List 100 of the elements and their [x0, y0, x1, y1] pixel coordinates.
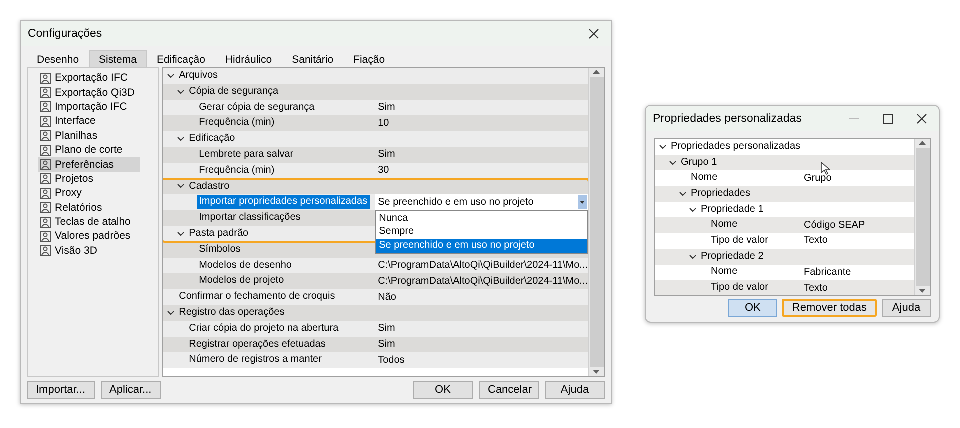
- sidebar-item[interactable]: Importação IFC: [38, 100, 140, 114]
- portrait-icon: [40, 216, 51, 228]
- property-name[interactable]: Confirmar o fechamento de croquis: [177, 290, 338, 304]
- portrait-icon: [40, 202, 51, 214]
- property-value: 30: [378, 165, 390, 176]
- property-name: Propriedade 2: [700, 250, 765, 264]
- portrait-icon: [40, 245, 51, 256]
- property-value: Fabricante: [804, 266, 852, 278]
- property-name[interactable]: Número de registros a manter: [187, 353, 324, 368]
- property-name: Propriedade 1: [700, 202, 765, 216]
- tab[interactable]: Desenho: [27, 51, 90, 68]
- sidebar-item[interactable]: Exportação Qi3D: [38, 85, 140, 100]
- property-name: Grupo 1: [680, 156, 718, 170]
- property-value: Sim: [378, 102, 396, 113]
- dropdown-option[interactable]: Se preenchido e em uso no projeto: [376, 238, 587, 253]
- property-name[interactable]: Arquivos: [177, 69, 220, 83]
- scroll-down-icon: [592, 369, 601, 375]
- property-value: Todos: [378, 354, 405, 366]
- sidebar-item[interactable]: Proxy: [38, 186, 140, 201]
- property-value: Sim: [378, 323, 396, 334]
- property-name: Propriedades: [690, 187, 752, 201]
- property-name[interactable]: Pasta padrão: [187, 226, 251, 241]
- property-value: 10: [378, 118, 390, 129]
- tab[interactable]: Fiação: [344, 51, 396, 68]
- dialog-button[interactable]: OK: [728, 299, 778, 317]
- dialog-button[interactable]: Ajuda: [545, 381, 605, 399]
- portrait-icon: [40, 116, 51, 127]
- tab[interactable]: Edificação: [146, 51, 216, 68]
- tab[interactable]: Sanitário: [282, 51, 344, 68]
- sidebar-item[interactable]: Teclas de atalho: [38, 214, 140, 230]
- property-name[interactable]: Registrar operações efetuadas: [187, 338, 328, 352]
- portrait-icon: [40, 87, 51, 98]
- sidebar-item[interactable]: Projetos: [38, 172, 140, 186]
- property-name: Nome: [710, 265, 739, 280]
- collapse-chevron-icon[interactable]: [167, 72, 176, 80]
- property-name: Tipo de valor: [710, 234, 770, 248]
- portrait-icon: [40, 159, 51, 170]
- dialog-button[interactable]: Importar...: [27, 381, 95, 399]
- property-value: C:\ProgramData\AltoQi\QiBuilder\2024-11\Mo...: [378, 276, 588, 287]
- property-value: Sim: [378, 149, 396, 160]
- portrait-icon: [40, 188, 51, 199]
- property-name[interactable]: Importar propriedades personalizadas: [197, 195, 370, 210]
- property-name[interactable]: Cópia de segurança: [187, 84, 281, 99]
- sidebar-item[interactable]: Planilhas: [38, 128, 140, 143]
- property-value: Texto: [804, 282, 828, 294]
- sidebar-item[interactable]: Interface: [38, 114, 140, 129]
- property-name[interactable]: Frequência (min): [197, 164, 277, 178]
- property-value: C:\ProgramData\AltoQi\QiBuilder\2024-11\Mo...: [378, 260, 588, 271]
- property-value: Código SEAP: [804, 220, 866, 231]
- dialog-button[interactable]: OK: [413, 381, 473, 399]
- dropdown-option[interactable]: Nunca: [376, 211, 587, 225]
- property-value: Texto: [804, 235, 828, 246]
- dialog-button[interactable]: Aplicar...: [100, 381, 161, 399]
- sidebar-item[interactable]: Visão 3D: [38, 244, 140, 258]
- collapse-chevron-icon[interactable]: [167, 308, 176, 317]
- portrait-icon: [40, 144, 51, 156]
- property-name[interactable]: Frequência (min): [197, 116, 277, 130]
- property-name[interactable]: Símbolos: [197, 242, 243, 257]
- portrait-icon: [40, 101, 51, 112]
- dialog-button[interactable]: Ajuda: [882, 299, 931, 317]
- collapse-chevron-icon[interactable]: [689, 206, 697, 214]
- property-name[interactable]: Modelos de projeto: [197, 274, 286, 288]
- scrollbar[interactable]: [914, 139, 930, 295]
- property-name[interactable]: Lembrete para salvar: [197, 148, 296, 162]
- collapse-chevron-icon[interactable]: [177, 182, 186, 190]
- collapse-chevron-icon[interactable]: [679, 190, 687, 198]
- sidebar-item[interactable]: Valores padrões: [38, 229, 140, 244]
- close-icon: [917, 114, 927, 124]
- property-value: Grupo: [804, 172, 832, 184]
- caret-icon: [580, 200, 585, 204]
- dropdown-option[interactable]: Sempre: [376, 224, 587, 239]
- sidebar-item[interactable]: Plano de corte: [38, 142, 140, 158]
- tab[interactable]: Sistema: [89, 50, 147, 68]
- sidebar-item[interactable]: Relatórios: [38, 200, 140, 215]
- close-icon: [589, 28, 599, 38]
- sidebar-item[interactable]: Exportação IFC: [38, 71, 140, 86]
- collapse-chevron-icon[interactable]: [669, 158, 677, 167]
- dropdown-field[interactable]: Se preenchido e em uso no projeto: [375, 194, 588, 210]
- sidebar-item[interactable]: Preferências: [38, 157, 140, 172]
- scrollbar[interactable]: [588, 68, 604, 376]
- property-name[interactable]: Criar cópia do projeto na abertura: [187, 322, 341, 336]
- collapse-chevron-icon[interactable]: [689, 252, 697, 261]
- collapse-chevron-icon[interactable]: [177, 88, 186, 96]
- property-name[interactable]: Cadastro: [187, 180, 232, 194]
- dialog-button[interactable]: Remover todas: [782, 299, 877, 317]
- property-name: Tipo de valor: [710, 281, 770, 295]
- property-name[interactable]: Modelos de desenho: [197, 258, 294, 272]
- property-name: Nome: [710, 218, 739, 232]
- collapse-chevron-icon[interactable]: [177, 135, 186, 144]
- tab[interactable]: Hidráulico: [215, 51, 282, 68]
- property-name[interactable]: Edificação: [187, 132, 238, 146]
- property-value: Não: [378, 292, 396, 303]
- collapse-chevron-icon[interactable]: [659, 142, 667, 151]
- scroll-up-icon: [592, 69, 601, 75]
- portrait-icon: [40, 230, 51, 242]
- property-name[interactable]: Importar classificações: [197, 211, 303, 225]
- collapse-chevron-icon[interactable]: [177, 230, 186, 238]
- property-name[interactable]: Gerar cópia de segurança: [197, 100, 317, 114]
- dialog-button[interactable]: Cancelar: [479, 381, 539, 399]
- scroll-up-icon: [918, 140, 927, 146]
